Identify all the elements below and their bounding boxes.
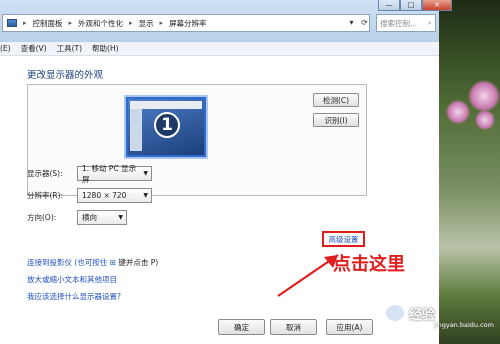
orientation-label: 方向(O):	[27, 213, 57, 222]
refresh-icon[interactable]: ⟳	[358, 15, 371, 30]
orientation-select[interactable]: 横向 ▼	[77, 210, 127, 225]
menu-item-view[interactable]: 查看(V)	[21, 43, 47, 54]
maximize-button[interactable]: □	[400, 0, 422, 11]
menu-item-edit[interactable]: (E)	[0, 44, 11, 53]
monitor-number-badge: 1	[154, 112, 180, 138]
wallpaper-flower	[468, 80, 500, 112]
control-panel-icon	[7, 19, 17, 27]
resolution-label: 分辨率(R):	[27, 191, 64, 200]
window-buttons: — □ ✕	[378, 0, 452, 11]
display-row: 显示器(S): 1. 移动 PC 显示屏 ▼	[27, 164, 152, 184]
chevron-right-icon: ▸	[159, 19, 164, 27]
menu-item-help[interactable]: 帮助(H)	[92, 43, 119, 54]
title-bar: — □ ✕ ▸ 控制面板 ▸ 外观和个性化 ▸ 显示 ▸ 屏幕分辨率 ▾ ⟳ 搜…	[0, 0, 452, 42]
page-title: 更改显示器的外观	[27, 70, 104, 81]
ok-button[interactable]: 确定	[218, 319, 265, 335]
highlight-box: 高级设置	[322, 231, 365, 247]
cancel-button[interactable]: 取消	[270, 319, 317, 335]
watermark-text: 经验	[409, 307, 436, 323]
wallpaper-flower	[446, 100, 470, 124]
orientation-row: 方向(O): 横向 ▼	[27, 210, 127, 225]
chevron-down-icon: ▼	[118, 214, 123, 221]
breadcrumb-item[interactable]: 控制面板	[33, 18, 63, 29]
monitor-thumbnail[interactable]: 1	[126, 97, 206, 157]
main-content: 更改显示器的外观 1 检测(C) 识别(I) 显示器(S): 1. 移动 PC …	[0, 56, 439, 344]
chevron-down-icon: ▼	[143, 170, 148, 177]
search-input[interactable]: 搜索控制...	[380, 18, 417, 29]
monitor-window-bar	[130, 101, 202, 109]
watermark-url: jingyan.baidu.com	[434, 321, 494, 329]
baidu-watermark: 经验 jingyan.baidu.com	[384, 299, 500, 329]
projector-link-text[interactable]: 连接到投影仪 (也可按住	[27, 258, 107, 267]
advanced-settings-link[interactable]: 高级设置	[329, 234, 359, 245]
detect-button[interactable]: 检测(C)	[313, 93, 359, 107]
windows-logo-icon: ⊞	[109, 258, 116, 267]
wallpaper-flower	[475, 110, 495, 130]
close-button[interactable]: ✕	[422, 0, 452, 11]
monitor-sidebar	[130, 109, 142, 151]
display-label: 显示器(S):	[27, 169, 63, 178]
callout-text: 点击这里	[333, 254, 405, 275]
display-select[interactable]: 1. 移动 PC 显示屏 ▼	[77, 164, 152, 184]
projector-link[interactable]: 连接到投影仪 (也可按住 ⊞ 键并点击 P)	[27, 257, 158, 268]
search-box[interactable]: 搜索控制... ⌕	[376, 14, 436, 32]
desktop-wallpaper	[438, 0, 500, 344]
menu-bar: (E) 查看(V) 工具(T) 帮助(H)	[0, 42, 439, 56]
chevron-right-icon: ▸	[68, 19, 73, 27]
resolution-select[interactable]: 1280 × 720 ▼	[77, 188, 152, 203]
chevron-right-icon: ▸	[129, 19, 133, 27]
projector-link-text-tail[interactable]: 键并点击 P)	[118, 258, 158, 267]
display-select-value: 1. 移动 PC 显示屏	[82, 163, 137, 184]
breadcrumb-item[interactable]: 外观和个性化	[78, 18, 123, 29]
apply-button[interactable]: 应用(A)	[326, 319, 373, 335]
screen-resolution-window: — □ ✕ ▸ 控制面板 ▸ 外观和个性化 ▸ 显示 ▸ 屏幕分辨率 ▾ ⟳ 搜…	[0, 0, 452, 344]
breadcrumb-item[interactable]: 屏幕分辨率	[169, 18, 207, 29]
minimize-button[interactable]: —	[378, 0, 400, 11]
identify-button[interactable]: 识别(I)	[313, 113, 359, 127]
search-icon[interactable]: ⌕	[428, 18, 432, 28]
orientation-select-value: 横向	[82, 213, 97, 222]
chevron-down-icon: ▼	[143, 192, 148, 199]
menu-item-tools[interactable]: 工具(T)	[57, 43, 82, 54]
help-link[interactable]: 我应该选择什么显示器设置?	[27, 291, 121, 302]
chevron-right-icon: ▸	[23, 19, 27, 27]
text-size-link[interactable]: 放大或缩小文本和其他项目	[27, 274, 117, 285]
dropdown-arrow-icon[interactable]: ▾	[345, 15, 358, 30]
resolution-row: 分辨率(R): 1280 × 720 ▼	[27, 188, 152, 203]
breadcrumb-item[interactable]: 显示	[139, 18, 154, 29]
baidu-paw-icon	[384, 303, 406, 323]
address-bar[interactable]: ▸ 控制面板 ▸ 外观和个性化 ▸ 显示 ▸ 屏幕分辨率	[2, 14, 370, 32]
resolution-select-value: 1280 × 720	[82, 191, 127, 200]
